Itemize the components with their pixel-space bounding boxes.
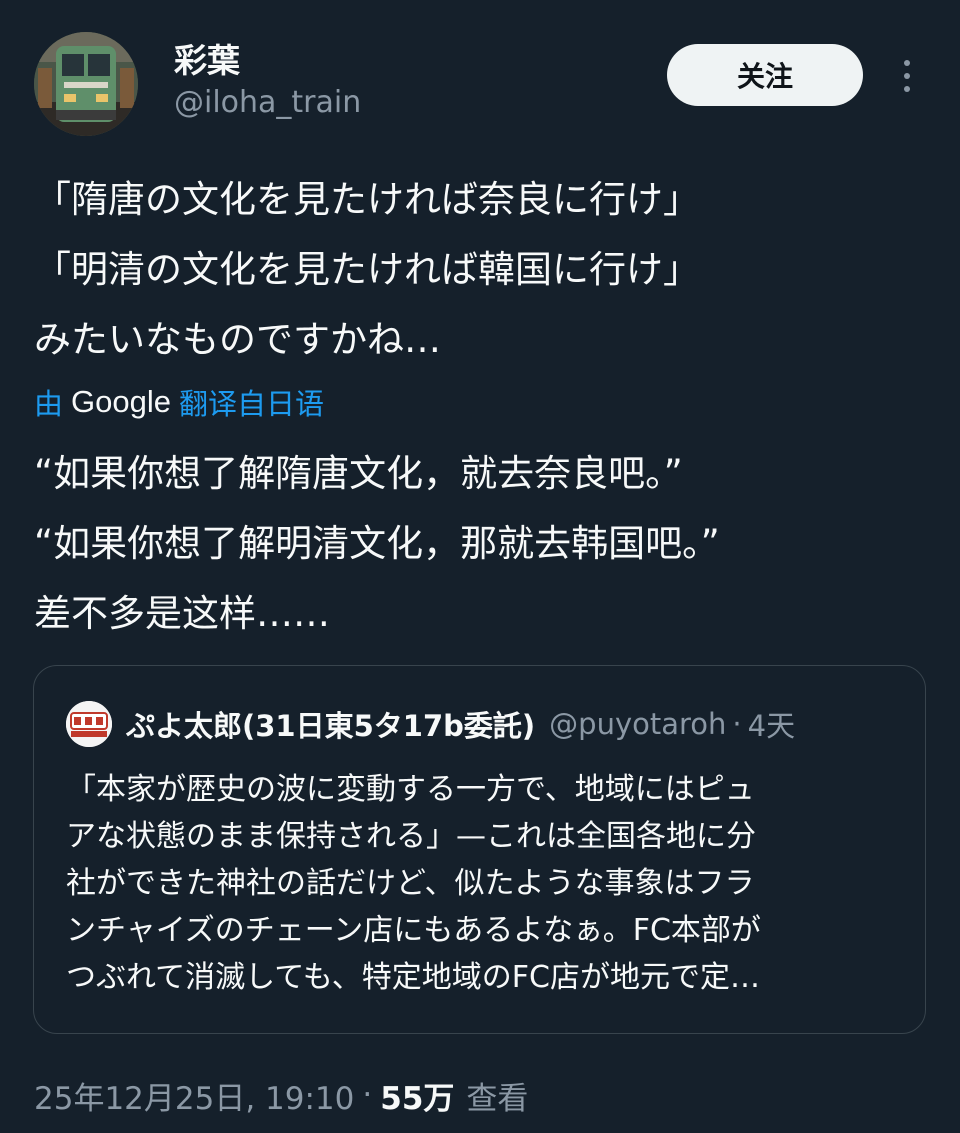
author-handle[interactable]: @iloha_train [174, 88, 361, 118]
quoted-line: 社ができた神社の話だけど、似たような事象はフラ [66, 866, 755, 901]
post-header: 彩葉 @iloha_train 关注 [34, 32, 926, 140]
quoted-line: ンチャイズのチェーン店にもあるよなぁ。FC本部が [66, 913, 761, 948]
quoted-post-header: ぷよ太郎(31日東5タ17b委託) @puyotaroh · 4天 [66, 701, 795, 747]
quoted-author-name[interactable]: ぷよ太郎(31日東5タ17b委託) [126, 703, 535, 745]
follow-button[interactable]: 关注 [667, 44, 863, 106]
meta-separator: · [362, 1077, 373, 1113]
translation-prefix[interactable]: 由 [34, 381, 63, 423]
quoted-line: つぶれて消滅しても、特定地域のFC店が地元で定… [66, 960, 761, 995]
quoted-author-avatar[interactable] [66, 701, 112, 747]
translation-attribution: 由 Google 翻译自日语 [34, 380, 324, 424]
quoted-post-body: 「本家が歴史の波に変動する一方で、地域にはピュ アな状態のまま保持される」—これ… [66, 766, 906, 1001]
post-text: 「隋唐の文化を見たければ奈良に行け」 「明清の文化を見たければ韓国に行け」 みた… [34, 165, 926, 375]
more-dot [904, 86, 910, 92]
post-line: 「明清の文化を見たければ韓国に行け」 [34, 248, 700, 291]
more-dot [904, 73, 910, 79]
post-line: みたいなものですかね… [34, 318, 441, 361]
post-meta: 25年12月25日, 19:10 · 55万 查看 [34, 1070, 528, 1120]
translated-text: “如果你想了解隋唐文化，就去奈良吧。” “如果你想了解明清文化，那就去韩国吧。”… [34, 439, 926, 649]
translated-line: “如果你想了解明清文化，那就去韩国吧。” [34, 522, 720, 565]
post-line: 「隋唐の文化を見たければ奈良に行け」 [34, 178, 700, 221]
quoted-separator: · [732, 707, 742, 741]
quoted-author-handle[interactable]: @puyotaroh [549, 707, 726, 741]
author-avatar[interactable] [34, 32, 138, 136]
views-label[interactable]: 查看 [466, 1073, 528, 1118]
train-photo-avatar-icon [34, 32, 138, 136]
quoted-line: アな状態のまま保持される」—これは全国各地に分 [66, 819, 756, 854]
puyotaroh-logo-avatar-icon [66, 701, 112, 747]
views-count[interactable]: 55万 [380, 1073, 454, 1118]
translated-line: 差不多是这样…… [34, 592, 330, 635]
post-timestamp[interactable]: 25年12月25日, 19:10 [34, 1073, 354, 1118]
google-logo-text[interactable]: Google [71, 384, 171, 420]
quoted-post-time[interactable]: 4天 [748, 703, 795, 745]
more-dot [904, 60, 910, 66]
quoted-post-card[interactable]: ぷよ太郎(31日東5タ17b委託) @puyotaroh · 4天 「本家が歴史… [33, 665, 926, 1034]
translation-label[interactable]: 翻译自日语 [179, 381, 324, 423]
author-name[interactable]: 彩葉 [174, 44, 240, 77]
translated-line: “如果你想了解隋唐文化，就去奈良吧。” [34, 452, 683, 495]
more-options-icon[interactable] [892, 56, 922, 96]
quoted-line: 「本家が歴史の波に変動する一方で、地域にはピュ [66, 772, 755, 807]
